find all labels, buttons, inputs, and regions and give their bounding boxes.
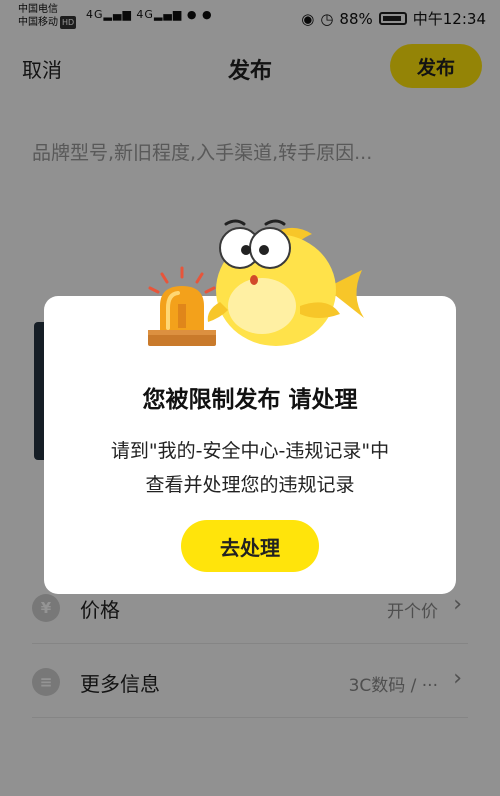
dialog-message: 请到"我的-安全中心-违规记录"中 查看并处理您的违规记录 — [74, 434, 426, 502]
dialog-message-line-2: 查看并处理您的违规记录 — [145, 474, 355, 496]
dialog-title: 您被限制发布 请处理 — [142, 387, 358, 413]
dialog-message-line-1: 请到"我的-安全中心-违规记录"中 — [110, 440, 390, 462]
fish-mascot-icon — [207, 219, 364, 346]
handle-button[interactable]: 去处理 — [181, 520, 319, 572]
